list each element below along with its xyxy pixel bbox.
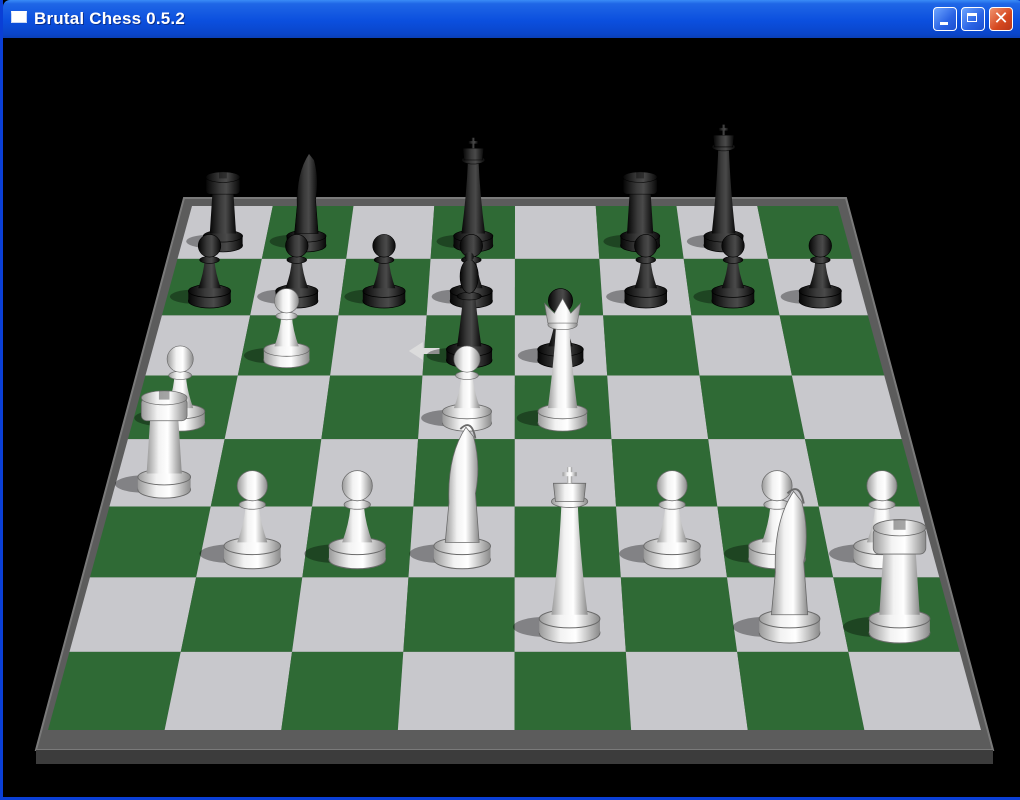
square-a2[interactable]: [69, 577, 197, 652]
square-h6[interactable]: [779, 315, 885, 376]
chess-board-scene[interactable]: [6, 38, 1020, 797]
window-title: Brutal Chess 0.5.2: [34, 9, 185, 28]
square-b2[interactable]: [180, 577, 303, 652]
square-h5[interactable]: [791, 375, 902, 440]
board-frame-edge: [36, 750, 993, 764]
square-b1[interactable]: [164, 651, 293, 730]
square-a6[interactable]: [145, 315, 251, 376]
square-d2[interactable]: [403, 577, 515, 652]
square-b5[interactable]: [224, 375, 331, 440]
square-f1[interactable]: [625, 651, 748, 730]
square-e1[interactable]: [514, 651, 632, 730]
app-window-icon[interactable]: [11, 11, 27, 23]
app-window: Brutal Chess 0.5.2 ✕: [0, 0, 1020, 800]
square-c2[interactable]: [292, 577, 409, 652]
game-viewport[interactable]: [6, 38, 1020, 797]
square-h8[interactable]: [757, 206, 853, 259]
square-d1[interactable]: [397, 651, 515, 730]
square-h1[interactable]: [848, 651, 981, 730]
maximize-button[interactable]: [961, 7, 985, 31]
close-icon: ✕: [993, 8, 1009, 29]
square-e8[interactable]: [514, 206, 600, 259]
square-b4[interactable]: [210, 439, 322, 507]
minimize-icon: [934, 8, 956, 30]
square-h4[interactable]: [804, 439, 921, 507]
square-g1[interactable]: [737, 651, 865, 730]
square-c1[interactable]: [281, 651, 404, 730]
square-f6[interactable]: [603, 315, 700, 376]
title-bar[interactable]: Brutal Chess 0.5.2 ✕: [3, 0, 1020, 38]
square-f5[interactable]: [607, 375, 709, 440]
close-button[interactable]: ✕: [989, 7, 1013, 31]
square-c6[interactable]: [330, 315, 427, 376]
square-a3[interactable]: [89, 506, 211, 578]
square-g6[interactable]: [691, 315, 792, 376]
square-c5[interactable]: [321, 375, 423, 440]
minimize-button[interactable]: [933, 7, 957, 31]
square-g5[interactable]: [699, 375, 805, 440]
maximize-icon: [962, 8, 984, 30]
square-f2[interactable]: [620, 577, 738, 652]
square-a1[interactable]: [48, 651, 181, 730]
